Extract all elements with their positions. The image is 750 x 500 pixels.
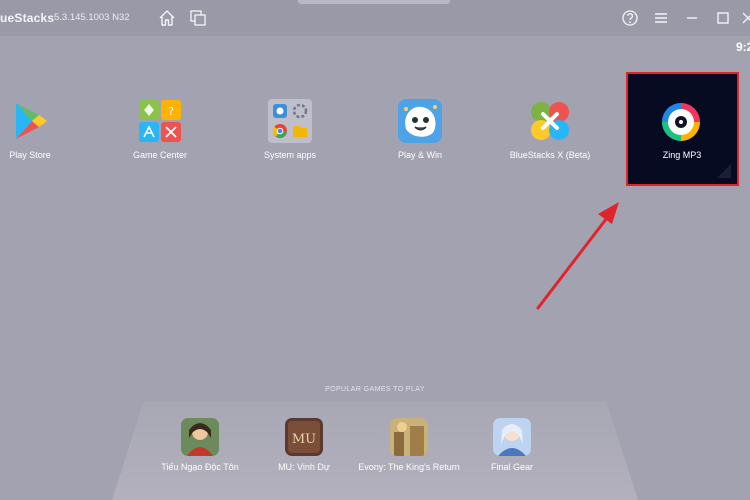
game-thumbnail <box>390 418 428 456</box>
maximize-icon[interactable] <box>713 8 733 28</box>
popular-games-title: POPULAR GAMES TO PLAY <box>325 386 425 393</box>
menu-icon[interactable] <box>651 8 671 28</box>
app-label: Game Center <box>132 150 188 160</box>
play-and-win-icon <box>398 99 442 143</box>
help-icon[interactable] <box>620 8 640 28</box>
corner-mark <box>717 164 731 178</box>
app-label: System apps <box>263 150 317 160</box>
app-label: Zing MP3 <box>662 150 702 160</box>
status-clock: 9:2 <box>736 40 750 54</box>
game-label: MU: Vinh Dự <box>278 462 330 472</box>
app-label: BlueStacks X (Beta) <box>509 150 591 160</box>
game-label: Tiếu Ngạo Độc Tôn <box>161 462 239 472</box>
play-store-icon <box>16 103 47 139</box>
svg-text:?: ? <box>168 105 174 118</box>
app-label: Play Store <box>9 150 51 160</box>
close-icon[interactable] <box>738 8 750 28</box>
minimize-icon[interactable] <box>682 8 702 28</box>
app-version: 5.3.145.1003 N32 <box>54 12 130 23</box>
game-label: Final Gear <box>490 462 534 472</box>
title-bar: ueStacks 5.3.145.1003 N32 <box>0 0 750 36</box>
multi-instance-icon[interactable] <box>188 8 208 28</box>
app-zing-mp3[interactable]: Zing MP3 <box>626 72 739 186</box>
app-title: ueStacks <box>0 11 55 25</box>
system-apps-icon <box>268 99 312 143</box>
svg-text:MU: MU <box>292 432 316 447</box>
zing-mp3-icon <box>662 103 700 141</box>
bluestacks-x-icon <box>531 102 569 140</box>
game-thumbnail <box>493 418 531 456</box>
game-center-icon: ? <box>139 100 181 142</box>
app-label: Play & Win <box>397 150 442 160</box>
game-thumbnail <box>181 418 219 456</box>
title-bar-accent <box>298 0 450 4</box>
game-thumbnail: MU <box>285 418 323 456</box>
home-icon[interactable] <box>157 8 177 28</box>
game-label: Evony: The King's Return <box>358 462 460 472</box>
